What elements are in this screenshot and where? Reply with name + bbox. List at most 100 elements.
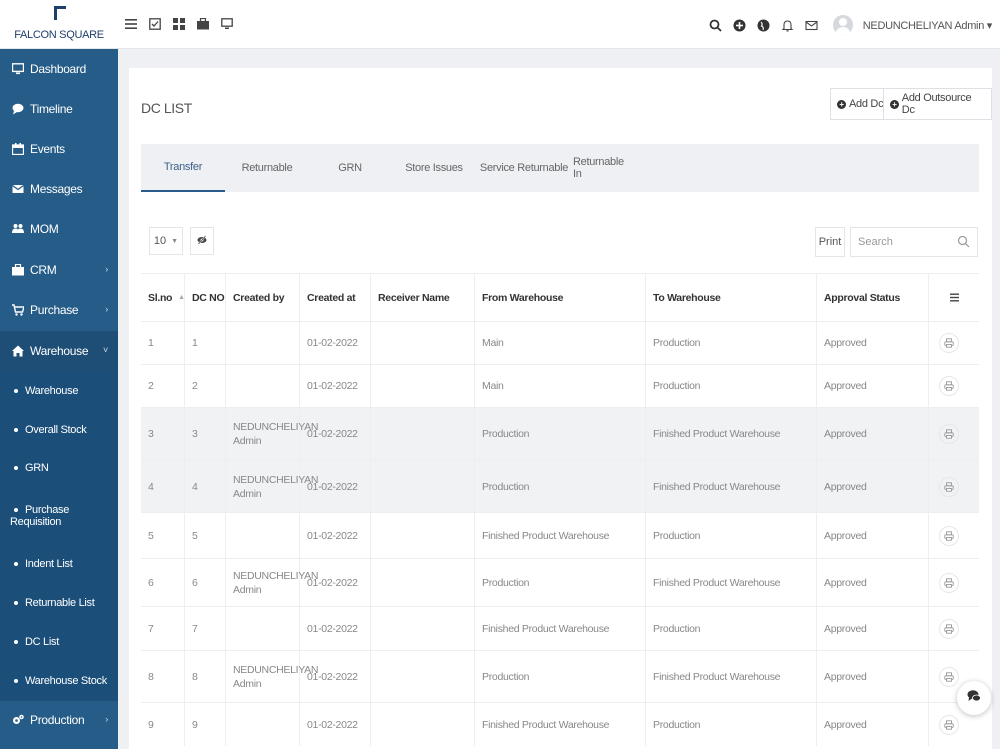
sidebar-subitem-grn[interactable]: GRN: [0, 449, 118, 487]
list-icon[interactable]: [122, 14, 140, 34]
grid-icon[interactable]: [170, 14, 188, 34]
cell-to-warehouse: Finished Product Warehouse: [646, 408, 817, 460]
brand-logo[interactable]: FALCON SQUARE: [0, 0, 118, 49]
sidebar-item-production[interactable]: Production ›: [0, 700, 118, 740]
page-length-select[interactable]: 10 ▼: [149, 227, 183, 255]
print-icon[interactable]: [939, 714, 959, 735]
table-row[interactable]: 1 1 01-02-2022 Main Production Approved: [141, 321, 979, 364]
cell-receiver-name: [371, 651, 475, 702]
table-row[interactable]: 7 7 01-02-2022 Finished Product Warehouse Pr…: [141, 606, 979, 650]
mail-icon[interactable]: [805, 18, 819, 32]
cell-dc-no: 9: [185, 703, 226, 746]
sidebar-item-purchase[interactable]: Purchase ›: [0, 290, 118, 330]
print-icon[interactable]: [939, 525, 959, 546]
sidebar-subitem-indent-list[interactable]: Indent List: [0, 545, 118, 583]
sidebar-subitem-label: GRN: [25, 462, 49, 474]
table-row[interactable]: 8 8 NEDUNCHELIYAN Admin 01-02-2022 Productio…: [141, 650, 979, 702]
sidebar-item-warehouse[interactable]: Warehouse ˅: [0, 331, 118, 371]
bullet-icon: [14, 428, 18, 432]
search-input[interactable]: [851, 228, 955, 256]
cell-created-at: 01-02-2022: [300, 513, 371, 558]
sidebar-subitem-returnable-list[interactable]: Returnable List: [0, 583, 118, 623]
cell-slno: 5: [141, 513, 185, 558]
cogs-icon: [11, 714, 24, 727]
print-icon[interactable]: [939, 572, 959, 593]
header-created-at[interactable]: Created at: [300, 274, 371, 321]
search-icon[interactable]: [709, 18, 723, 32]
table-row[interactable]: 5 5 01-02-2022 Finished Product Warehouse Pr…: [141, 512, 979, 558]
tab-returnable[interactable]: Returnable: [235, 144, 299, 192]
tab-transfer[interactable]: Transfer: [141, 144, 225, 192]
sidebar-subitem-purchase-requisition[interactable]: Purchase Requisition: [0, 487, 118, 545]
add-dc-button[interactable]: + Add Dc: [830, 88, 891, 120]
search-icon[interactable]: [957, 235, 970, 248]
toolbar-icons: [122, 14, 236, 34]
add-outsource-dc-button[interactable]: + Add Outsource Dc: [883, 88, 992, 120]
table-row[interactable]: 3 3 NEDUNCHELIYAN Admin 01-02-2022 Productio…: [141, 407, 979, 460]
print-button[interactable]: Print: [815, 227, 845, 257]
column-visibility-button[interactable]: [190, 227, 214, 255]
chevron-down-icon: ˅: [103, 345, 108, 355]
print-icon[interactable]: [939, 618, 959, 639]
sidebar-subitem-dc-list[interactable]: DC List: [0, 623, 118, 661]
sidebar-item-crm[interactable]: CRM ›: [0, 250, 118, 290]
table-row[interactable]: 9 9 01-02-2022 Finished Product Warehouse Pr…: [141, 702, 979, 746]
checklist-icon[interactable]: [146, 14, 164, 34]
avatar[interactable]: [832, 15, 853, 35]
sidebar-item-messages[interactable]: Messages: [0, 169, 118, 209]
cell-approval-status: Approved: [817, 322, 929, 364]
header-from-warehouse[interactable]: From Warehouse: [475, 274, 646, 321]
sidebar-item-label: Purchase: [30, 303, 79, 317]
header-created-by[interactable]: Created by: [226, 274, 300, 321]
briefcase-icon[interactable]: [194, 14, 212, 34]
bell-icon[interactable]: [781, 18, 795, 32]
print-icon[interactable]: [939, 376, 959, 396]
sidebar-subitem-warehouse-stock[interactable]: Warehouse Stock: [0, 661, 118, 701]
brand-name: FALCON SQUARE: [14, 29, 104, 41]
tab-service-returnable[interactable]: Service Returnable: [479, 144, 569, 192]
print-icon[interactable]: [939, 333, 959, 353]
cell-approval-status: Approved: [817, 703, 929, 746]
cell-approval-status: Approved: [817, 513, 929, 558]
user-menu[interactable]: NEDUNCHELIYAN Admin ▾: [863, 19, 993, 32]
cell-actions: [929, 559, 979, 606]
tab-grn[interactable]: GRN: [329, 144, 371, 192]
chevron-right-icon: ›: [105, 264, 108, 274]
add-outsource-label: Add Outsource Dc: [901, 92, 972, 116]
cell-receiver-name: [371, 607, 475, 650]
bullet-icon: [14, 640, 18, 644]
tab-store-issues[interactable]: Store Issues: [403, 144, 465, 192]
chat-widget-button[interactable]: [957, 681, 991, 715]
table-row[interactable]: 6 6 NEDUNCHELIYAN Admin 01-02-2022 Productio…: [141, 558, 979, 606]
cell-slno: 7: [141, 607, 185, 650]
cell-dc-no: 6: [185, 559, 226, 606]
tab-returnable-in[interactable]: Returnable In: [573, 144, 635, 192]
header-dc-no[interactable]: DC NO: [185, 274, 226, 321]
header-approval-status[interactable]: Approval Status: [817, 274, 929, 321]
header-receiver-name[interactable]: Receiver Name: [371, 274, 475, 321]
sidebar-item-events[interactable]: Events: [0, 129, 118, 169]
plus-circle-icon: +: [837, 99, 846, 109]
cell-to-warehouse: Production: [646, 513, 817, 558]
cell-created-at: 01-02-2022: [300, 559, 371, 606]
header-to-warehouse[interactable]: To Warehouse: [646, 274, 817, 321]
cell-created-by: NEDUNCHELIYAN Admin: [226, 408, 318, 460]
table-row[interactable]: 4 4 NEDUNCHELIYAN Admin 01-02-2022 Productio…: [141, 460, 979, 512]
globe-icon[interactable]: [757, 18, 771, 32]
sidebar-item-dashboard[interactable]: Dashboard: [0, 49, 118, 89]
column-menu-icon[interactable]: [929, 274, 979, 321]
cell-approval-status: Approved: [817, 651, 929, 702]
print-icon[interactable]: [939, 666, 959, 687]
sidebar-subitem-warehouse[interactable]: Warehouse: [0, 371, 118, 411]
header-slno[interactable]: Sl.no ▲: [141, 274, 185, 321]
table-row[interactable]: 2 2 01-02-2022 Main Production Approved: [141, 364, 979, 407]
cell-to-warehouse: Production: [646, 703, 817, 746]
sidebar-item-mom[interactable]: MOM: [0, 209, 118, 249]
sidebar-item-timeline[interactable]: Timeline: [0, 89, 118, 129]
print-icon[interactable]: [939, 424, 959, 444]
sidebar-subitem-overall-stock[interactable]: Overall Stock: [0, 411, 118, 449]
cell-created-by: [226, 703, 300, 746]
monitor-icon[interactable]: [218, 14, 236, 34]
print-icon[interactable]: [939, 476, 959, 497]
plus-circle-icon[interactable]: [733, 18, 747, 32]
